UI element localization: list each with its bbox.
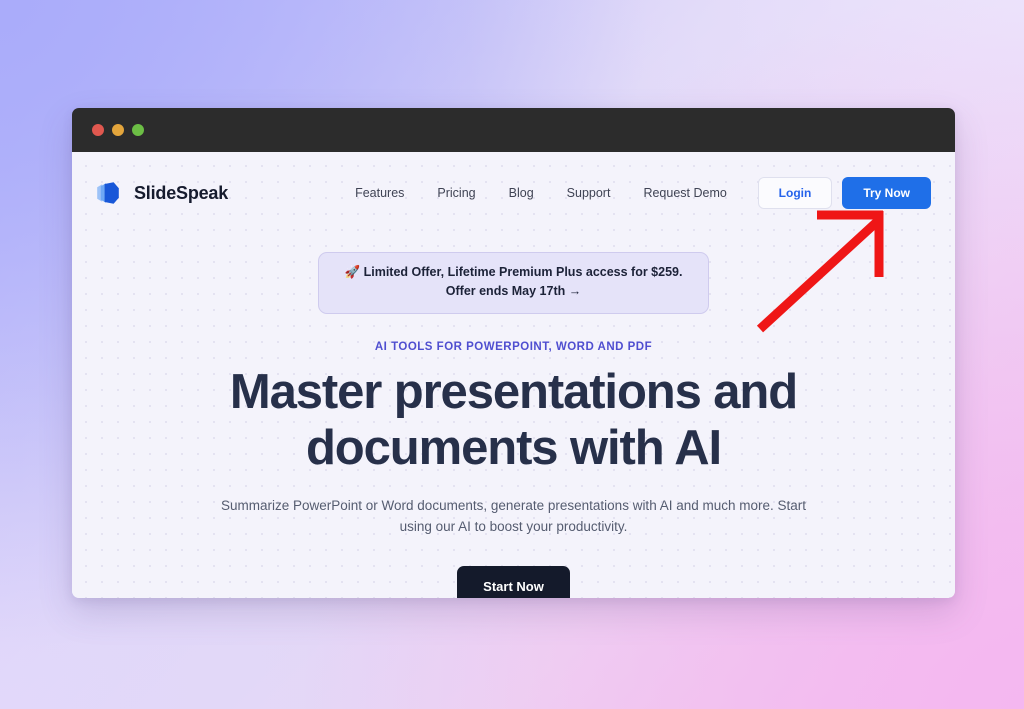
site-header: SlideSpeak Features Pricing Blog Support… xyxy=(72,152,955,234)
hero-section: 🚀 Limited Offer, Lifetime Premium Plus a… xyxy=(72,234,955,598)
main-navigation: Features Pricing Blog Support Request De… xyxy=(355,186,727,200)
brand-logo[interactable]: SlideSpeak xyxy=(94,179,228,207)
nav-item-support[interactable]: Support xyxy=(567,186,611,200)
nav-item-pricing[interactable]: Pricing xyxy=(437,186,475,200)
hero-headline: Master presentations and documents with … xyxy=(229,364,798,475)
header-actions: Login Try Now xyxy=(757,177,931,209)
promo-banner-line-1: 🚀 Limited Offer, Lifetime Premium Plus a… xyxy=(345,263,683,282)
browser-title-bar xyxy=(72,108,955,152)
nav-item-blog[interactable]: Blog xyxy=(509,186,534,200)
login-button[interactable]: Login xyxy=(757,177,833,209)
brand-name: SlideSpeak xyxy=(134,182,229,203)
nav-item-request-demo[interactable]: Request Demo xyxy=(643,186,726,200)
hero-subheadline: Summarize PowerPoint or Word documents, … xyxy=(220,498,807,534)
maximize-window-button[interactable] xyxy=(132,124,144,136)
nav-item-features[interactable]: Features xyxy=(355,186,404,200)
promo-banner[interactable]: 🚀 Limited Offer, Lifetime Premium Plus a… xyxy=(317,252,710,314)
hero-eyebrow: AI TOOLS FOR POWERPOINT, WORD AND PDF xyxy=(374,340,653,353)
minimize-window-button[interactable] xyxy=(112,124,124,136)
web-page-viewport: SlideSpeak Features Pricing Blog Support… xyxy=(72,152,955,598)
start-now-button[interactable]: Start Now xyxy=(457,565,570,598)
rocket-icon: 🚀 xyxy=(344,265,361,279)
slidespeak-cube-icon xyxy=(94,179,122,207)
promo-banner-line-2: Offer ends May 17th → xyxy=(445,284,582,299)
try-now-button[interactable]: Try Now xyxy=(842,177,931,209)
desktop-background: SlideSpeak Features Pricing Blog Support… xyxy=(0,0,1024,709)
browser-window: SlideSpeak Features Pricing Blog Support… xyxy=(72,108,955,598)
close-window-button[interactable] xyxy=(92,124,104,136)
promo-banner-text-1: Limited Offer, Lifetime Premium Plus acc… xyxy=(363,265,683,279)
